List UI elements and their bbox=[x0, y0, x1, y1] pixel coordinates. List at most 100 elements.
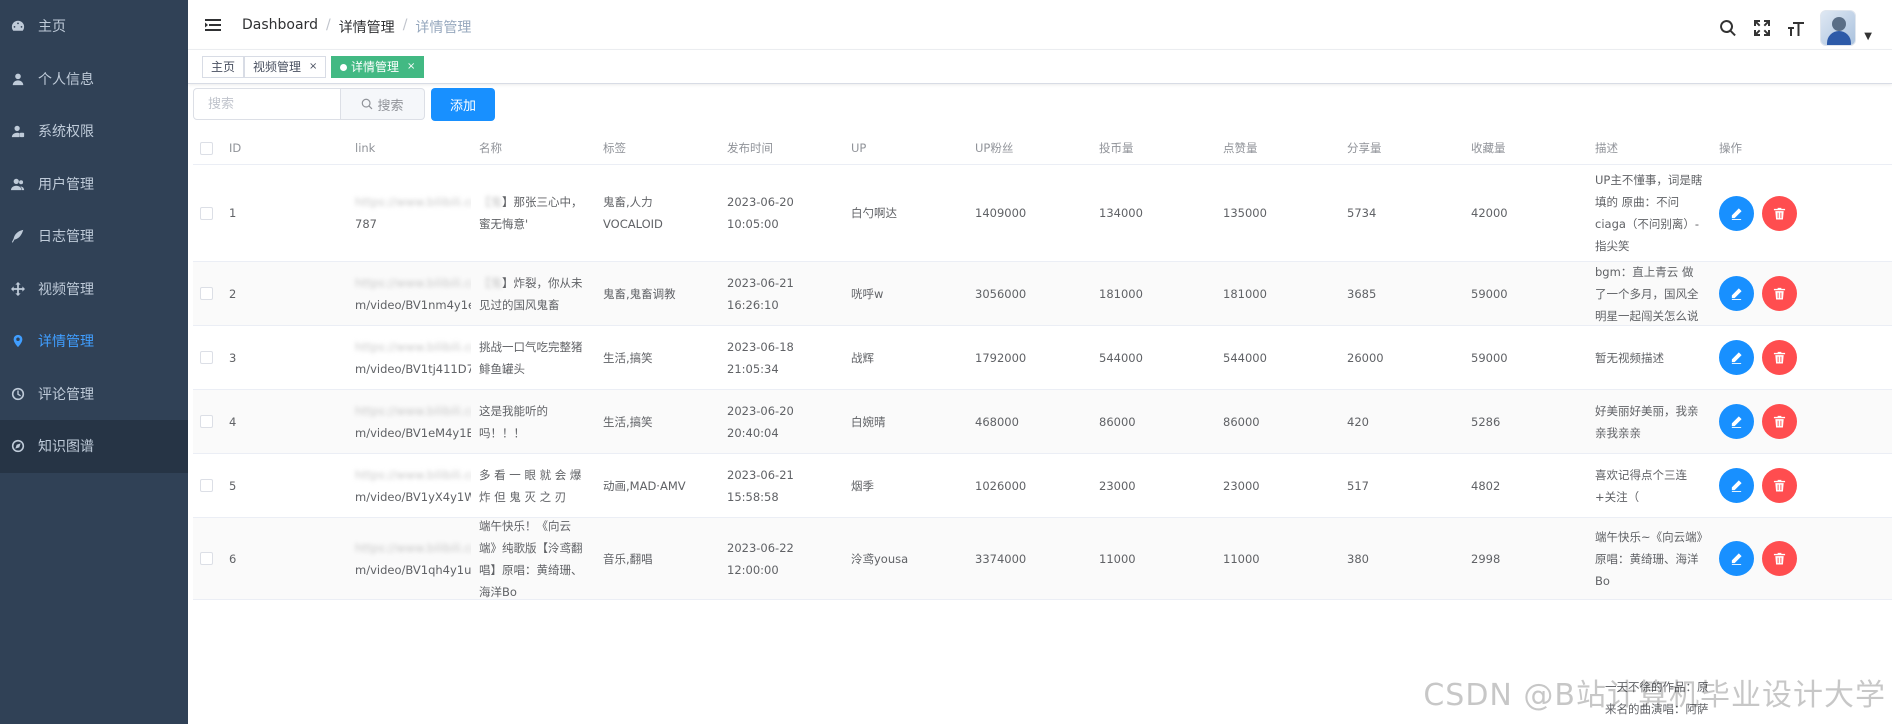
sidebar-item-knowledge-graph[interactable]: 知识图谱 bbox=[0, 420, 188, 473]
select-all-checkbox[interactable] bbox=[200, 141, 213, 155]
delete-button[interactable] bbox=[1762, 541, 1797, 576]
column-header: 收藏量 bbox=[1471, 141, 1506, 155]
row-checkbox[interactable] bbox=[200, 415, 213, 428]
cell-link[interactable]: https://www.bilibili.co m/video/BV1eM4y1E… bbox=[347, 400, 471, 444]
table-row: 1 https://www.bilibili.com/video/BV1gh 787… bbox=[193, 165, 1892, 262]
tag-label: 主页 bbox=[211, 60, 236, 74]
delete-button[interactable] bbox=[1762, 340, 1797, 375]
sidebar-item-comments[interactable]: 评论管理 bbox=[0, 368, 188, 421]
sidebar-item-label: 系统权限 bbox=[38, 124, 94, 141]
close-icon[interactable]: × bbox=[309, 57, 317, 77]
table-row: 2 https://www.bilibili.co m/video/BV1nm4y1… bbox=[193, 262, 1892, 326]
cell-coin: 86000 bbox=[1099, 414, 1136, 429]
breadcrumb-item-dashboard[interactable]: Dashboard bbox=[242, 17, 318, 37]
table-row: 3 https://www.bilibili.co m/video/BV1tj411… bbox=[193, 326, 1892, 390]
sidebar-item-users[interactable]: 用户管理 bbox=[0, 158, 188, 211]
delete-button[interactable] bbox=[1762, 404, 1797, 439]
sidebar-item-profile[interactable]: 个人信息 bbox=[0, 53, 188, 106]
cell-link[interactable]: https://www.bilibili.co m/video/BV1qh4y1u… bbox=[347, 537, 471, 581]
edit-button[interactable] bbox=[1719, 404, 1754, 439]
cell-share: 517 bbox=[1347, 478, 1369, 493]
row-checkbox[interactable] bbox=[200, 479, 213, 492]
delete-button[interactable] bbox=[1762, 468, 1797, 503]
cell-time: 2023-06-22 12:00:00 bbox=[727, 540, 794, 577]
table-header: ID link 名称 标签 发布时间 UP UP粉丝 投币量 点赞量 分享量 收… bbox=[193, 132, 1892, 165]
sidebar-item-home[interactable]: 主页 bbox=[0, 0, 188, 53]
column-header: 投币量 bbox=[1099, 141, 1134, 155]
cell-coin: 544000 bbox=[1099, 350, 1143, 365]
breadcrumb-separator: / bbox=[325, 17, 331, 33]
tag-details[interactable]: 详情管理 × bbox=[331, 56, 425, 78]
cell-coin: 134000 bbox=[1099, 206, 1143, 220]
avatar[interactable] bbox=[1820, 10, 1857, 46]
font-size-icon[interactable] bbox=[1786, 18, 1806, 38]
hamburger-icon[interactable] bbox=[204, 16, 222, 34]
compass-icon bbox=[10, 438, 26, 454]
edit-button[interactable] bbox=[1719, 276, 1754, 311]
cell-actions bbox=[1711, 404, 1841, 439]
edit-button[interactable] bbox=[1719, 195, 1754, 231]
cell-fav: 4802 bbox=[1471, 478, 1501, 493]
row-checkbox[interactable] bbox=[200, 206, 213, 220]
cell-link[interactable]: https://www.bilibili.com/video/BV1gh 787 bbox=[347, 191, 471, 235]
search-button-label: 搜索 bbox=[377, 98, 404, 114]
cell-fans: 468000 bbox=[975, 414, 1019, 429]
column-header: 分享量 bbox=[1347, 141, 1382, 155]
cell-actions bbox=[1711, 195, 1841, 231]
cell-time: 2023-06-21 15:58:58 bbox=[727, 467, 794, 504]
sidebar-item-details[interactable]: 详情管理 bbox=[0, 315, 188, 368]
cell-link-text: m/video/BV1nm4y1e7TC bbox=[355, 297, 471, 312]
cell-tags: 音乐,翻唱 bbox=[603, 551, 653, 566]
cell-name-text: 挑战一口气吃完整猪鲱鱼罐头 bbox=[479, 339, 583, 376]
cell-desc: 喜欢记得点个三连+关注（ bbox=[1595, 467, 1687, 504]
column-header: 发布时间 bbox=[727, 141, 773, 155]
tag-home[interactable]: 主页 bbox=[202, 56, 245, 78]
caret-down-icon[interactable]: ▼ bbox=[1864, 31, 1872, 42]
cell-fav: 59000 bbox=[1471, 350, 1508, 365]
cell-fav: 42000 bbox=[1471, 206, 1508, 220]
cell-time: 2023-06-18 21:05:34 bbox=[727, 339, 794, 376]
cell-link[interactable]: https://www.bilibili.co m/video/BV1nm4y1e… bbox=[347, 272, 471, 316]
tag-videos[interactable]: 视频管理 × bbox=[244, 56, 327, 78]
edit-button[interactable] bbox=[1719, 340, 1754, 375]
close-icon[interactable]: × bbox=[407, 57, 415, 77]
edit-button[interactable] bbox=[1719, 541, 1754, 576]
cell-share: 26000 bbox=[1347, 350, 1384, 365]
cell-id: 1 bbox=[229, 206, 237, 220]
row-checkbox[interactable] bbox=[200, 351, 213, 364]
users-icon bbox=[10, 176, 26, 192]
search-input[interactable] bbox=[193, 88, 341, 120]
sidebar-item-label: 日志管理 bbox=[38, 229, 94, 246]
fullscreen-icon[interactable] bbox=[1752, 18, 1772, 38]
sidebar-item-logs[interactable]: 日志管理 bbox=[0, 210, 188, 263]
cell-actions bbox=[1711, 276, 1841, 311]
row-checkbox[interactable] bbox=[200, 552, 213, 565]
edit-icon bbox=[1731, 416, 1742, 428]
cell-name: 端午快乐！《向云端》纯歌版【泠鸢翻唱】原唱：黄绮珊、海洋Bo bbox=[471, 515, 595, 603]
cell-time: 2023-06-20 20:40:04 bbox=[727, 403, 794, 440]
delete-button[interactable] bbox=[1762, 276, 1797, 311]
edit-button[interactable] bbox=[1719, 468, 1754, 503]
row-checkbox[interactable] bbox=[200, 287, 213, 300]
breadcrumb-item-details[interactable]: 详情管理 bbox=[339, 17, 395, 37]
cell-id: 6 bbox=[229, 551, 237, 566]
trash-icon bbox=[1773, 415, 1786, 428]
cell-coin: 11000 bbox=[1099, 551, 1136, 566]
cell-link-text: m/video/BV1qh4y1u7Z7 bbox=[355, 562, 471, 577]
cell-link[interactable]: https://www.bilibili.co m/video/BV1yX4y1W… bbox=[347, 464, 471, 508]
search-icon[interactable] bbox=[1718, 18, 1738, 38]
sidebar-item-label: 用户管理 bbox=[38, 176, 94, 193]
cell-up: 白婉晴 bbox=[851, 414, 886, 429]
cell-fans: 1792000 bbox=[975, 350, 1027, 365]
cell-link[interactable]: https://www.bilibili.co m/video/BV1tj411D… bbox=[347, 336, 471, 380]
trash-icon bbox=[1773, 552, 1786, 565]
sidebar-item-permissions[interactable]: 系统权限 bbox=[0, 105, 188, 158]
add-button[interactable]: 添加 bbox=[431, 88, 495, 121]
breadcrumb: Dashboard / 详情管理 / 详情管理 bbox=[242, 17, 471, 37]
cell-like: 135000 bbox=[1223, 206, 1267, 220]
sidebar-item-videos[interactable]: 视频管理 bbox=[0, 263, 188, 316]
feather-icon bbox=[10, 228, 26, 244]
cell-tags: 鬼畜,鬼畜调教 bbox=[603, 286, 676, 301]
search-button[interactable]: 搜索 bbox=[341, 88, 425, 120]
delete-button[interactable] bbox=[1762, 195, 1797, 231]
